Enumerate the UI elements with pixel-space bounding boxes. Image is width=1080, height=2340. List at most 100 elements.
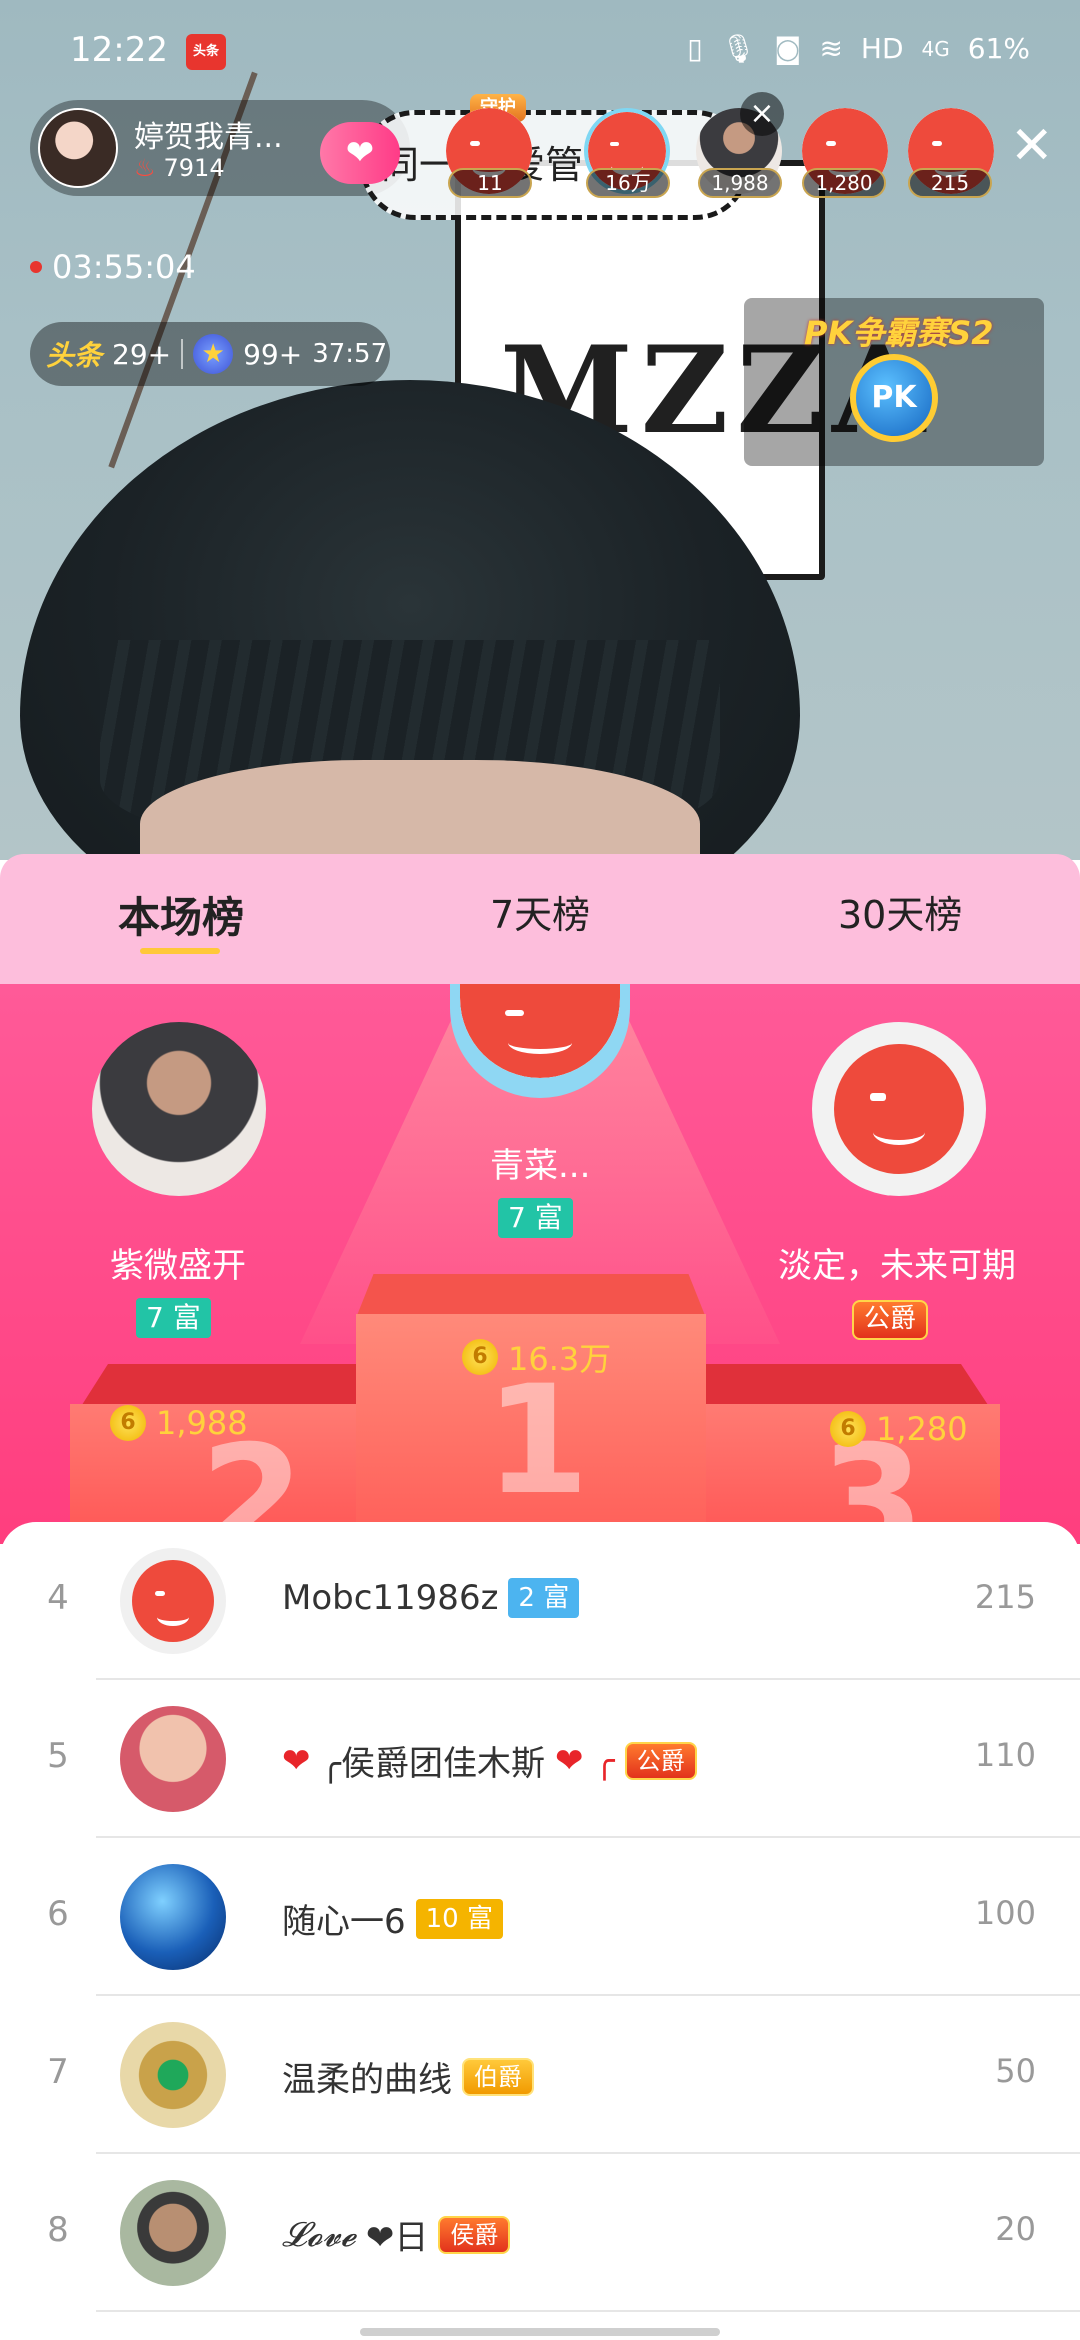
user-avatar[interactable] [120, 1548, 226, 1654]
user-photo [120, 2180, 226, 2286]
third-place-badge: 公爵 [852, 1300, 929, 1340]
viewer-badge: 1,280 [802, 168, 886, 198]
user-score: 100 [974, 1894, 1036, 1932]
status-bar: 12:22 头条 ▯ 🎙 ◙ ≋ HD 4G 61% [0, 0, 1080, 100]
live-video[interactable]: MZZA 12:22 头条 ▯ 🎙 ◙ ≋ HD 4G 61% 婷贺我青... … [0, 0, 1080, 860]
third-place-score: 6 1,280 [830, 1410, 968, 1448]
star-icon: ★ [193, 334, 234, 374]
user-avatar[interactable] [120, 1706, 226, 1812]
pk-button[interactable]: PK [850, 354, 938, 442]
close-marquee-icon[interactable]: × [740, 92, 784, 136]
user-name-line: 随心一6 10 富 [282, 1894, 503, 1943]
heart-icon: ❤ [282, 1740, 311, 1781]
app-notification-icon: 头条 [186, 34, 226, 70]
default-avatar-icon [132, 1560, 214, 1642]
user-photo [120, 2022, 226, 2128]
first-place-score: 6 16.3万 [462, 1334, 611, 1380]
list-item[interactable]: 6 随心一6 10 富 100 [0, 1838, 1080, 1996]
second-place-score: 6 1,988 [110, 1404, 248, 1442]
pk-title: PK争霸赛S2 [804, 314, 994, 352]
user-name-suffix: ❤日 [365, 2218, 429, 2258]
wealth-badge: 2 富 [508, 1578, 580, 1618]
podium: 2 1 3 青菜... 7 富 6 16.3万 紫微盛开 7 富 6 1,988… [0, 984, 1080, 1544]
rank-countdown: 37:57 [312, 339, 388, 369]
viewer-badge: 1,988 [698, 168, 782, 198]
default-avatar-icon [834, 1044, 964, 1174]
podium-step-3-top [700, 1364, 990, 1408]
anchor-heat-value: 7914 [163, 154, 225, 182]
rank-chip[interactable]: 头条 29+ ★ 99+ 37:57 [30, 322, 390, 386]
noble-badge: 伯爵 [462, 2057, 534, 2096]
user-name-suffix: ❤ ╭ [554, 1740, 615, 1781]
second-place-avatar[interactable] [92, 1022, 266, 1196]
list-item[interactable]: 4 Mobc11986z 2 富 215 [0, 1522, 1080, 1680]
heart-wings-icon: ❤ [345, 133, 375, 173]
vibrate-icon: ▯ [687, 32, 703, 65]
rank-number: 8 [47, 2210, 69, 2250]
user-photo [120, 1706, 226, 1812]
tab-7-days[interactable]: 7天榜 [490, 884, 590, 939]
user-name: Mobc11986z [282, 1578, 499, 1618]
divider [96, 2310, 1080, 2312]
toutiao-rank: 29+ [112, 337, 172, 371]
live-timer: 03:55:04 [30, 248, 196, 286]
leaderboard-tabs: 本场榜 7天榜 30天榜 [0, 854, 1080, 984]
user-score: 50 [995, 2052, 1036, 2090]
user-score: 20 [995, 2210, 1036, 2248]
recording-dot-icon [30, 261, 42, 273]
rank-number: 6 [47, 1894, 69, 1934]
podium-number-1: 1 [485, 1354, 590, 1528]
user-score: 215 [974, 1578, 1036, 1616]
close-live-button[interactable]: ✕ [1010, 120, 1054, 172]
active-tab-indicator [140, 948, 220, 954]
rank-number: 4 [47, 1578, 69, 1618]
home-indicator[interactable] [360, 2328, 720, 2336]
user-name-line: 𝓛𝓸𝓿𝓮 ❤日 侯爵 [282, 2210, 511, 2259]
mic-icon: 🎙 [720, 32, 757, 65]
user-name: 温柔的曲线 [282, 2060, 452, 2100]
user-name-line: 温柔的曲线 伯爵 [282, 2052, 534, 2101]
status-icons: ▯ 🎙 ◙ ≋ HD 4G 61% [687, 32, 1030, 65]
status-time: 12:22 [70, 30, 168, 70]
podium-step-2-top [80, 1364, 360, 1408]
toutiao-logo-icon: 头条 [46, 339, 103, 372]
third-place-avatar[interactable] [812, 1022, 986, 1196]
viewer-badge: 16万 [586, 168, 670, 198]
second-place-score-value: 1,988 [156, 1404, 248, 1442]
second-place-name: 紫微盛开 [110, 1246, 246, 1286]
rank-number: 7 [47, 2052, 69, 2092]
coin-icon: 6 [830, 1411, 866, 1447]
first-place-badge: 7 富 [498, 1198, 573, 1238]
hd-label: HD [860, 32, 904, 65]
leaderboard-list[interactable]: 4 Mobc11986z 2 富 215 5 ❤ ╭侯爵团佳木斯 ❤ ╭ 公爵 … [0, 1522, 1080, 2340]
list-item[interactable]: 7 温柔的曲线 伯爵 50 [0, 1996, 1080, 2154]
user-avatar[interactable] [120, 1864, 226, 1970]
marquee-notice: 同一惊 爱管 发 [360, 110, 750, 220]
user-photo [92, 1022, 266, 1196]
anchor-name: 婷贺我青... [134, 120, 283, 155]
noble-badge: 公爵 [624, 1741, 697, 1780]
user-photo [120, 1864, 226, 1970]
camera-icon: ◙ [774, 32, 802, 65]
battery-level: 61% [967, 32, 1030, 65]
pk-panel[interactable]: PK争霸赛S2 PK [744, 298, 1044, 466]
rank-number: 5 [47, 1736, 69, 1776]
user-avatar[interactable] [120, 2022, 226, 2128]
anchor-avatar[interactable] [38, 108, 118, 188]
user-score: 110 [974, 1736, 1036, 1774]
third-place-name: 淡定，未来可期 [778, 1246, 1016, 1286]
list-item[interactable]: 5 ❤ ╭侯爵团佳木斯 ❤ ╭ 公爵 110 [0, 1680, 1080, 1838]
tab-current-session[interactable]: 本场榜 [118, 884, 244, 945]
user-name-line: Mobc11986z 2 富 [282, 1578, 580, 1618]
tab-30-days[interactable]: 30天榜 [838, 884, 962, 939]
follow-heart-button[interactable]: ❤ [320, 122, 400, 184]
user-name: ╭侯爵团佳木斯 [320, 1744, 545, 1784]
second-place-badge: 7 富 [136, 1298, 211, 1338]
user-name: 𝓛𝓸𝓿𝓮 [282, 2214, 356, 2255]
live-timer-value: 03:55:04 [52, 248, 196, 286]
first-place-name: 青菜... [490, 1146, 591, 1186]
user-avatar[interactable] [120, 2180, 226, 2286]
list-item[interactable]: 8 𝓛𝓸𝓿𝓮 ❤日 侯爵 20 [0, 2154, 1080, 2312]
anchor-heat: ♨ 7914 [134, 154, 225, 182]
fire-icon: ♨ [134, 154, 156, 182]
